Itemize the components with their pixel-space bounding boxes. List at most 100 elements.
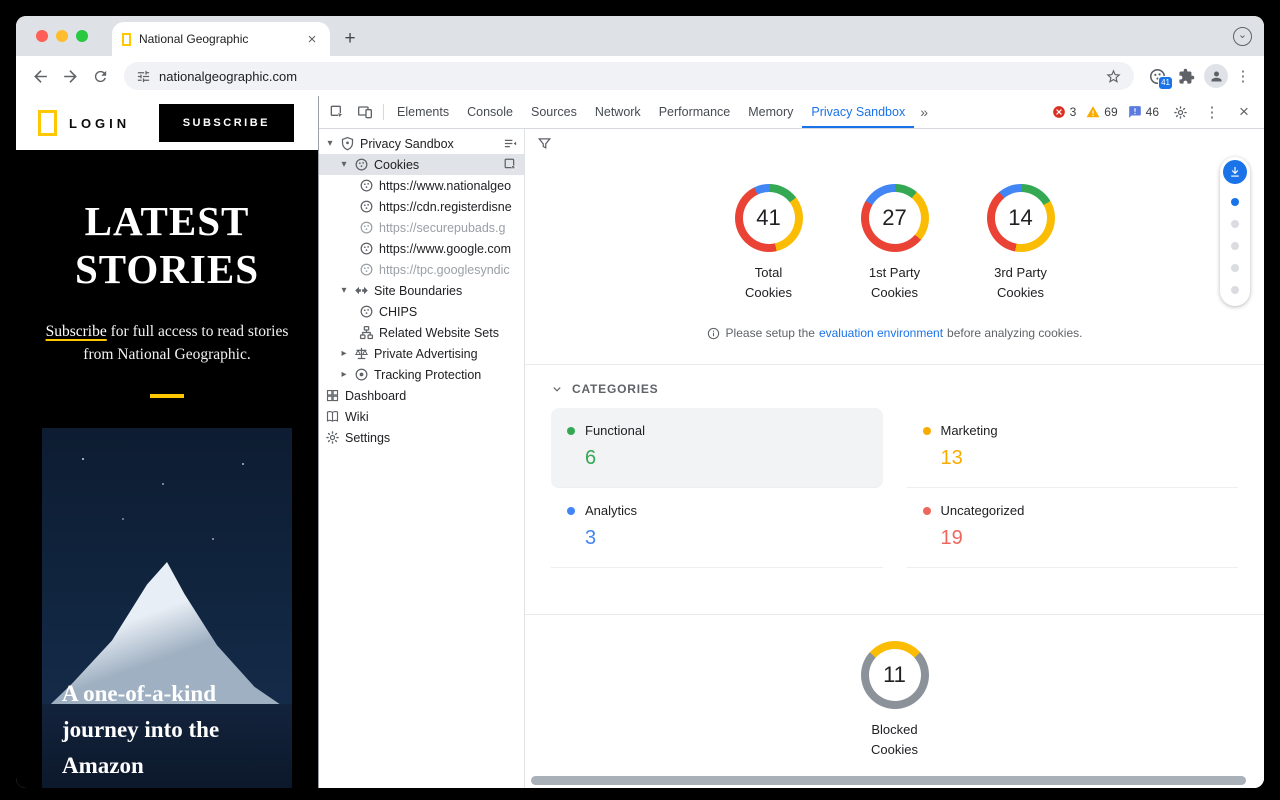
subscribe-button[interactable]: SUBSCRIBE: [159, 104, 294, 142]
tree-label: https://securepubads.g: [379, 221, 505, 235]
forward-button[interactable]: [56, 62, 84, 90]
category-name: Marketing: [941, 423, 998, 438]
devtools-panel: Elements Console Sources Network Perform…: [318, 96, 1264, 788]
scroll-dot[interactable]: [1231, 286, 1239, 294]
more-tabs-button[interactable]: »: [914, 96, 934, 128]
tree-item-settings[interactable]: Settings: [319, 427, 524, 448]
horizontal-scrollbar[interactable]: [531, 776, 1258, 785]
scroll-dot-active[interactable]: [1231, 198, 1239, 206]
tree-item-wiki[interactable]: Wiki: [319, 406, 524, 427]
tree-item-related-website-sets[interactable]: Related Website Sets: [319, 322, 524, 343]
tree-item-chips[interactable]: CHIPS: [319, 301, 524, 322]
tab-strip: National Geographic × + ⌄: [16, 16, 1264, 56]
tree-item-origin[interactable]: https://www.nationalgeo: [319, 175, 524, 196]
tree-item-origin[interactable]: https://cdn.registerdisne: [319, 196, 524, 217]
twisty-closed-icon[interactable]: ▸: [339, 369, 349, 380]
url-text[interactable]: nationalgeographic.com: [159, 69, 1097, 84]
tree-item-origin[interactable]: https://securepubads.g: [319, 217, 524, 238]
tab-sources[interactable]: Sources: [522, 96, 586, 128]
tree-label: Private Advertising: [374, 347, 478, 361]
filter-funnel-icon[interactable]: [537, 136, 552, 151]
floating-toolbar: [1220, 157, 1250, 306]
tree-item-origin[interactable]: https://tpc.googlesyndic: [319, 259, 524, 280]
bookmark-star-icon[interactable]: [1105, 68, 1122, 85]
extensions-button[interactable]: [1172, 62, 1200, 90]
devtools-settings-button[interactable]: [1166, 99, 1194, 125]
address-bar[interactable]: nationalgeographic.com: [124, 62, 1134, 90]
privacy-sandbox-sidebar: ▾ Privacy Sandbox ▾ Cookies https://www.…: [319, 129, 525, 788]
categories-section-header[interactable]: CATEGORIES: [525, 365, 1264, 408]
collapse-sidebar-icon[interactable]: [503, 136, 518, 151]
tab-close-icon[interactable]: ×: [304, 31, 320, 48]
scroll-dot[interactable]: [1231, 220, 1239, 228]
privacy-sandbox-icon: [340, 136, 355, 151]
browser-menu-button[interactable]: ⋮: [1232, 67, 1254, 85]
inspect-element-button[interactable]: [323, 99, 351, 125]
category-functional[interactable]: Functional 6: [551, 408, 883, 488]
tree-label: https://www.google.com: [379, 242, 511, 256]
target-icon: [354, 367, 369, 382]
reload-button[interactable]: [86, 62, 114, 90]
warning-badge[interactable]: 69: [1083, 105, 1120, 119]
category-analytics[interactable]: Analytics 3: [551, 488, 883, 568]
zoom-window-button[interactable]: [76, 30, 88, 42]
site-settings-icon[interactable]: [136, 69, 151, 84]
devtools-close-button[interactable]: ×: [1230, 99, 1258, 125]
evaluation-environment-link[interactable]: evaluation environment: [819, 326, 943, 340]
twisty-open-icon[interactable]: ▾: [339, 285, 349, 296]
scroll-dot[interactable]: [1231, 242, 1239, 250]
scrollbar-thumb[interactable]: [531, 776, 1246, 785]
first-party-donut: 27: [861, 184, 929, 252]
profile-button[interactable]: [1202, 62, 1230, 90]
category-value: 3: [585, 527, 867, 550]
tree-item-tracking-protection[interactable]: ▸ Tracking Protection: [319, 364, 524, 385]
webpage-body: LATEST STORIES Subscribe for full access…: [16, 150, 318, 788]
hero-caption[interactable]: A one-of-a-kind journey into the Amazon: [62, 676, 262, 783]
devtools-menu-button[interactable]: ⋮: [1198, 99, 1226, 125]
tab-memory[interactable]: Memory: [739, 96, 802, 128]
cookies-report-panel: 41 TotalCookies 27 1st PartyCookies 14 3…: [525, 129, 1264, 788]
scroll-dot[interactable]: [1231, 264, 1239, 272]
tree-label: https://cdn.registerdisne: [379, 200, 512, 214]
devtools-status-cluster: 3 69 46 ⋮ ×: [1049, 99, 1260, 125]
twisty-closed-icon[interactable]: ▸: [339, 348, 349, 359]
tree-item-site-boundaries[interactable]: ▾ Site Boundaries: [319, 280, 524, 301]
back-button[interactable]: [26, 62, 54, 90]
tab-console[interactable]: Console: [458, 96, 522, 128]
new-tab-button[interactable]: +: [336, 25, 364, 53]
pick-element-icon[interactable]: [503, 157, 518, 172]
cookie-extension-button[interactable]: 41: [1144, 63, 1170, 89]
natgeo-logo[interactable]: [38, 110, 57, 136]
tab-privacy-sandbox[interactable]: Privacy Sandbox: [802, 96, 914, 128]
download-report-button[interactable]: [1223, 160, 1247, 184]
issues-badge[interactable]: 46: [1125, 105, 1162, 119]
org-chart-icon: [359, 325, 374, 340]
tab-elements[interactable]: Elements: [388, 96, 458, 128]
twisty-open-icon[interactable]: ▾: [325, 138, 335, 149]
categories-grid: Functional 6 Marketing 13 Analytics 3: [525, 408, 1264, 568]
tree-item-cookies[interactable]: ▾ Cookies: [319, 154, 524, 175]
tab-strip-chevron-icon[interactable]: ⌄: [1233, 27, 1252, 46]
login-link[interactable]: LOGIN: [69, 116, 130, 131]
tree-item-origin[interactable]: https://www.google.com: [319, 238, 524, 259]
tree-item-privacy-sandbox[interactable]: ▾ Privacy Sandbox: [319, 133, 524, 154]
device-toolbar-button[interactable]: [351, 99, 379, 125]
close-window-button[interactable]: [36, 30, 48, 42]
tree-item-dashboard[interactable]: Dashboard: [319, 385, 524, 406]
promo-subscribe-link[interactable]: Subscribe: [46, 323, 107, 340]
tree-item-private-advertising[interactable]: ▸ Private Advertising: [319, 343, 524, 364]
blocked-cookies-donut: 11: [861, 641, 929, 709]
error-badge[interactable]: 3: [1049, 105, 1080, 119]
tab-performance[interactable]: Performance: [650, 96, 740, 128]
third-party-donut: 14: [987, 184, 1055, 252]
tab-network[interactable]: Network: [586, 96, 650, 128]
category-uncategorized[interactable]: Uncategorized 19: [907, 488, 1239, 568]
functional-dot: [567, 427, 575, 435]
category-marketing[interactable]: Marketing 13: [907, 408, 1239, 488]
browser-tab[interactable]: National Geographic ×: [112, 22, 330, 56]
hero-image[interactable]: A one-of-a-kind journey into the Amazon: [42, 428, 292, 788]
tree-label: https://tpc.googlesyndic: [379, 263, 510, 277]
analytics-dot: [567, 507, 575, 515]
twisty-open-icon[interactable]: ▾: [339, 159, 349, 170]
minimize-window-button[interactable]: [56, 30, 68, 42]
